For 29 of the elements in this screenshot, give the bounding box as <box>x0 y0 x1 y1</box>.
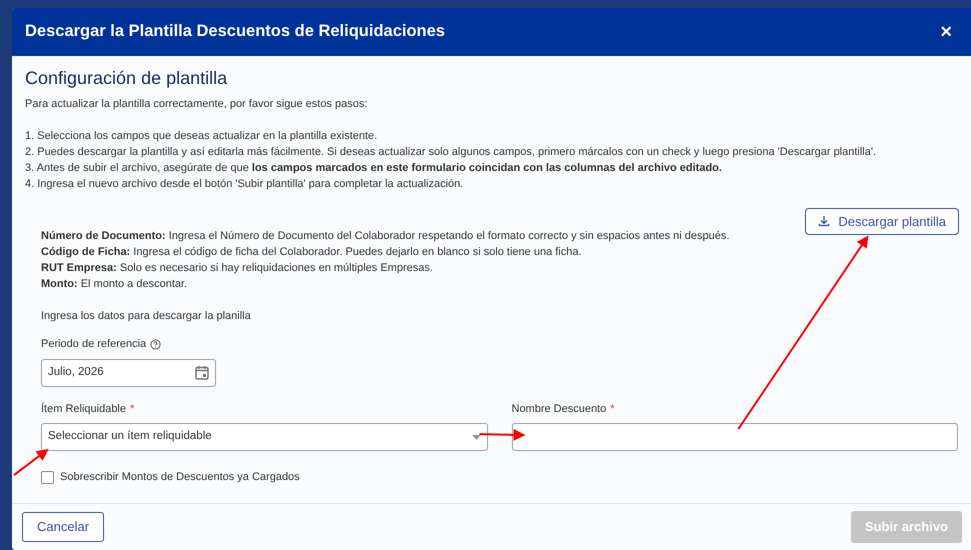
checkbox-label: Sobrescribir Montos de Descuentos ya Cargados <box>60 470 300 486</box>
intro-text: Para actualizar la plantilla correctamente, por favor sigue estos pasos: <box>25 96 368 112</box>
required-marker: * <box>610 402 615 417</box>
required-marker: * <box>130 402 134 417</box>
field-note: RUT Empresa: Solo es necesario si hay reliquidaciones en múltiples Empresas. <box>41 261 434 276</box>
caret-icon <box>472 434 480 440</box>
field-note: Número de Documento: Ingresa el Número de Documento del Colaborador respetando el formato correcto y sin espacios antes ni después. <box>41 229 730 244</box>
field-note: Código de Ficha: Ingresa el código de ficha del Colaborador. Puedes dejarlo en blanco si solo tiene una ficha. <box>41 245 583 260</box>
field-label: Periodo de referencia <box>41 337 146 352</box>
help-icon <box>150 338 162 350</box>
close-button[interactable]: × <box>934 22 958 42</box>
step-text: 3. Antes de subir el archivo, asegúrate de que los campos marcados en este formulario coincidan con las columnas del archivo editado. <box>25 160 723 176</box>
cancel-button[interactable]: Cancelar <box>22 512 104 542</box>
field-label: Nombre Descuento * <box>512 400 958 418</box>
section-title: Configuración de plantilla <box>25 68 228 90</box>
discount-name-field[interactable] <box>512 423 958 452</box>
date-field[interactable]: Julio, 2026 <box>41 358 216 387</box>
item-select[interactable]: Seleccionar un ítem reliquidable <box>41 423 488 452</box>
form-hint-text: Ingresa los datos para descargar la planilla <box>41 309 252 324</box>
field-note: Monto: El monto a descontar. <box>41 277 188 292</box>
calendar-icon <box>195 365 209 380</box>
step-text: 2. Puedes descargar la plantilla y así editarla más fácilmente. Si deseas actualizar solo algunos campos, primero márcalos con un check y luego presiona 'Descargar plantilla'. <box>25 144 878 160</box>
step-text: 4. Ingresa el nuevo archivo desde el botón 'Subir plantilla' para completar la actualización. <box>25 176 464 192</box>
field-label: Ítem Reliquidable * <box>41 400 488 418</box>
download-icon <box>818 215 830 228</box>
modal-title: Descargar la Plantilla Descuentos de Reliquidaciones <box>25 22 445 42</box>
overwrite-checkbox[interactable] <box>41 470 54 484</box>
download-template-button[interactable]: Descargar plantilla <box>805 208 959 236</box>
step-text: 1. Selecciona los campos que deseas actualizar en la plantilla existente. <box>25 128 378 144</box>
